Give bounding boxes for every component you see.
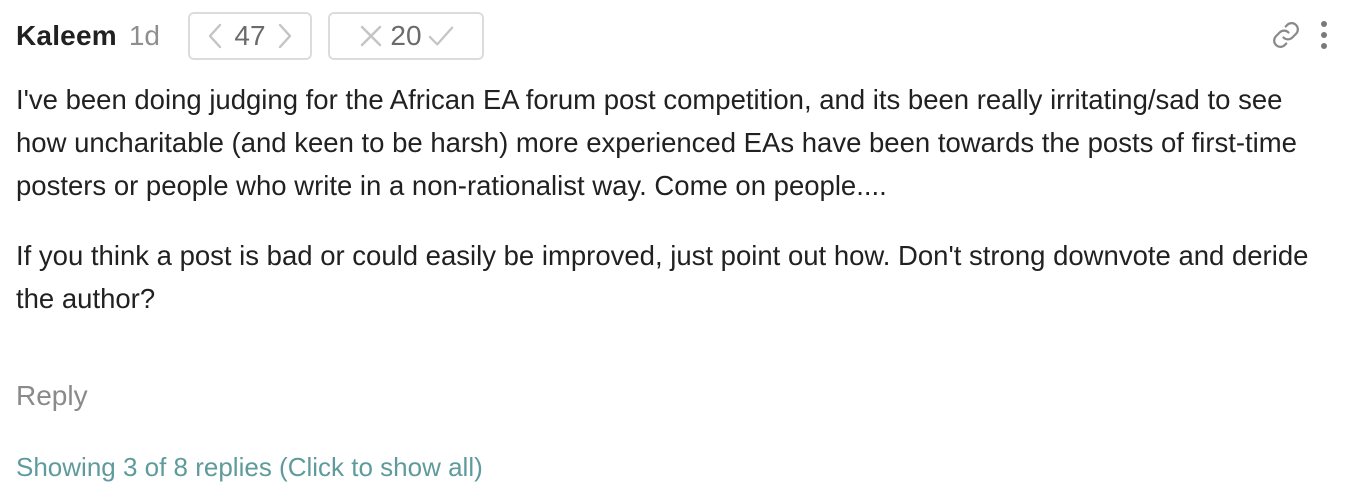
upvote-button[interactable] [272,18,298,54]
downvote-button[interactable] [202,18,228,54]
disagree-button[interactable] [358,18,384,54]
reply-button[interactable]: Reply [16,380,88,412]
agreement-score: 20 [390,20,422,51]
agreement-vote: 20 [327,12,484,60]
comment-paragraph: If you think a post is bad or could easi… [16,240,1309,314]
copy-link-button[interactable] [1270,18,1302,52]
comment-author[interactable]: Kaleem [16,20,117,52]
comment-menu-button[interactable] [1316,18,1332,52]
show-all-replies-link[interactable]: Showing 3 of 8 replies (Click to show al… [16,452,483,483]
comment-age[interactable]: 1d [129,20,160,52]
check-icon [428,26,453,46]
comment-paragraph: I've been doing judging for the African … [16,84,1297,201]
karma-vote: 47 [187,12,312,60]
link-icon [1273,22,1299,48]
agree-button[interactable] [428,18,454,54]
comment-body: I've been doing judging for the African … [16,78,1331,347]
comment: Kaleem 1d 47 20 I've been doing judging … [0,0,1346,482]
karma-score: 47 [234,20,266,51]
chevron-right-icon [278,23,291,49]
chevron-left-icon [209,23,222,49]
comment-actions [1270,18,1332,52]
cross-icon [361,25,382,47]
comment-header: Kaleem 1d 47 20 [16,10,484,62]
vertical-dots-icon [1321,21,1327,49]
